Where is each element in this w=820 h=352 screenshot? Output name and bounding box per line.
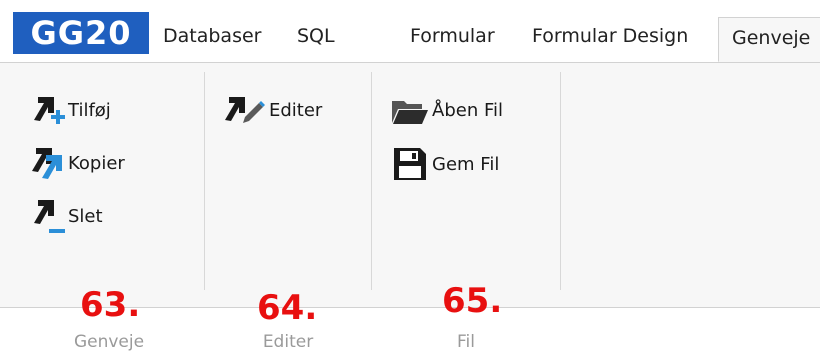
group-fil: Åben Fil Gem Fil Fil xyxy=(372,72,560,352)
save-file-button[interactable]: Gem Fil xyxy=(390,144,499,184)
annotation-number: 63. xyxy=(80,285,141,325)
shortcut-add-icon xyxy=(34,97,65,124)
edit-shortcut-label: Editer xyxy=(269,99,323,121)
delete-shortcut-button[interactable]: Slet xyxy=(30,196,103,236)
app-title[interactable]: GG20 xyxy=(13,12,149,54)
tab-formular-design[interactable]: Formular Design xyxy=(532,24,688,48)
ribbon-tab-bar: GG20 Databaser SQL Formular Formular Des… xyxy=(0,0,820,63)
group-label-editer: Editer xyxy=(262,332,314,352)
open-file-label: Åben Fil xyxy=(432,99,503,121)
group-label-genveje: Genveje xyxy=(73,332,145,352)
annotation-number: 64. xyxy=(257,288,318,328)
group-separator xyxy=(560,72,561,290)
group-label-fil: Fil xyxy=(457,332,475,352)
folder-open-icon xyxy=(392,101,428,124)
floppy-disk-icon xyxy=(394,148,426,180)
shortcut-delete-icon xyxy=(34,200,65,233)
add-shortcut-button[interactable]: Tilføj xyxy=(30,90,111,130)
shortcut-edit-icon xyxy=(225,97,265,123)
add-shortcut-label: Tilføj xyxy=(68,99,111,121)
open-file-button[interactable]: Åben Fil xyxy=(390,90,503,130)
save-file-label: Gem Fil xyxy=(432,153,500,175)
tab-sql[interactable]: SQL xyxy=(297,24,335,48)
tab-formular[interactable]: Formular xyxy=(410,24,495,48)
group-genveje: Tilføj Kopier Slet Genveje xyxy=(14,72,204,352)
delete-shortcut-label: Slet xyxy=(68,205,103,227)
shortcut-copy-icon xyxy=(32,148,62,179)
tab-genveje[interactable]: Genveje xyxy=(718,17,820,62)
group-editer: Editer Editer xyxy=(205,72,371,352)
copy-shortcut-label: Kopier xyxy=(68,152,125,174)
copy-shortcut-button[interactable]: Kopier xyxy=(30,143,125,183)
tab-databaser[interactable]: Databaser xyxy=(163,24,261,48)
edit-shortcut-button[interactable]: Editer xyxy=(221,90,322,130)
annotation-number: 65. xyxy=(442,281,503,321)
